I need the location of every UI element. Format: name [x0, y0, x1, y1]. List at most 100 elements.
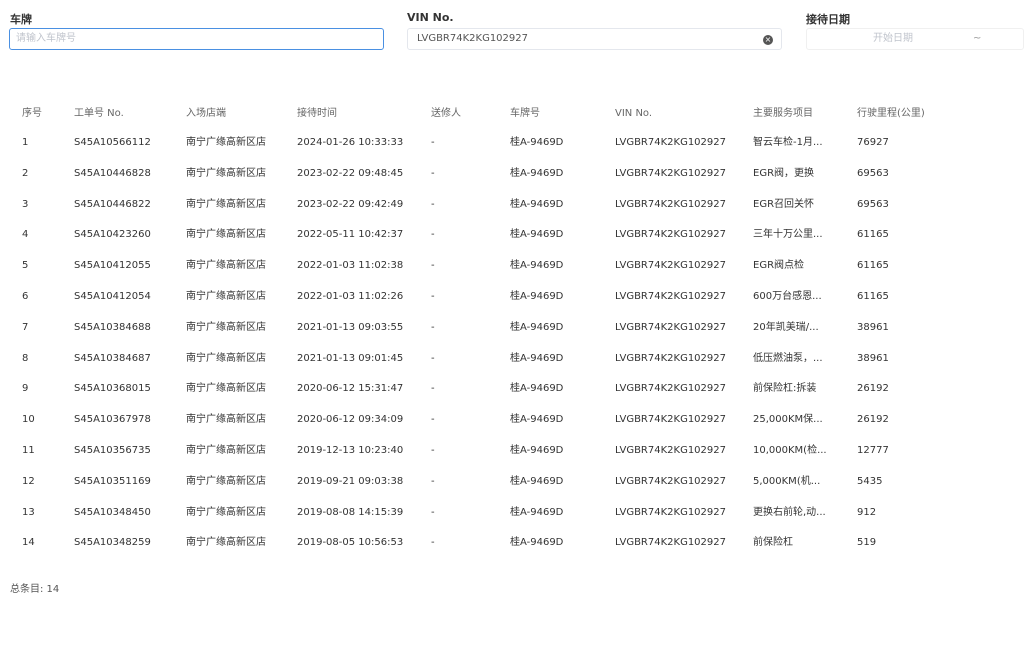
table-row[interactable]: 1 S45A10566112 南宁广缘高新区店 2024-01-26 10:33:33… [0, 128, 1024, 159]
cell-vin: LVGBR74K2KG102927 [615, 444, 726, 456]
header-index: 序号 [22, 108, 42, 119]
cell-order-no: S45A10351169 [74, 475, 151, 487]
cell-sender: - [431, 383, 435, 395]
header-service-items: 主要服务项目 [753, 108, 813, 119]
cell-reception-time: 2019-12-13 10:23:40 [297, 444, 404, 456]
table-row[interactable]: 3 S45A10446822 南宁广缘高新区店 2023-02-22 09:42:49… [0, 190, 1024, 221]
table-row[interactable]: 2 S45A10446828 南宁广缘高新区店 2023-02-22 09:48:45… [0, 159, 1024, 190]
cell-plate: 桂A-9469D [510, 383, 564, 395]
vin-input-value[interactable]: LVGBR74K2KG102927 [417, 33, 528, 44]
table-body: 1 S45A10566112 南宁广缘高新区店 2024-01-26 10:33:33… [0, 128, 1024, 559]
cell-reception-time: 2022-01-03 11:02:38 [297, 260, 404, 272]
cell-vin: LVGBR74K2KG102927 [615, 167, 726, 179]
plate-input-box[interactable] [9, 28, 384, 50]
cell-index: 4 [22, 229, 29, 241]
vin-label: VIN No. [407, 11, 454, 24]
cell-reception-time: 2023-02-22 09:48:45 [297, 167, 404, 179]
cell-store: 南宁广缘高新区店 [186, 414, 266, 426]
cell-reception-time: 2021-01-13 09:01:45 [297, 352, 404, 364]
cell-plate: 桂A-9469D [510, 537, 564, 549]
cell-store: 南宁广缘高新区店 [186, 229, 266, 241]
cell-mileage: 26192 [857, 383, 889, 395]
cell-plate: 桂A-9469D [510, 506, 564, 518]
cell-store: 南宁广缘高新区店 [186, 290, 266, 302]
table-header-row: 序号 工单号 No. 入场店端 接待时间 送修人 车牌号 VIN No. 主要服务项目 行驶里程… [0, 100, 1024, 128]
table-row[interactable]: 9 S45A10368015 南宁广缘高新区店 2020-06-12 15:31:47… [0, 374, 1024, 405]
cell-service-items: EGR阀，更换 [753, 167, 815, 179]
cell-mileage: 76927 [857, 137, 889, 148]
cell-plate: 桂A-9469D [510, 444, 564, 456]
cell-vin: LVGBR74K2KG102927 [615, 537, 726, 549]
cell-reception-time: 2019-09-21 09:03:38 [297, 475, 404, 487]
table-row[interactable]: 13 S45A10348450 南宁广缘高新区店 2019-08-08 14:15:3… [0, 498, 1024, 529]
cell-store: 南宁广缘高新区店 [186, 167, 266, 179]
cell-reception-time: 2024-01-26 10:33:33 [297, 137, 404, 148]
table-row[interactable]: 14 S45A10348259 南宁广缘高新区店 2019-08-05 10:56:5… [0, 528, 1024, 559]
cell-order-no: S45A10384688 [74, 321, 151, 333]
cell-index: 1 [22, 137, 29, 148]
cell-mileage: 912 [857, 506, 877, 518]
table-row[interactable]: 11 S45A10356735 南宁广缘高新区店 2019-12-13 10:23:4… [0, 436, 1024, 467]
cell-plate: 桂A-9469D [510, 290, 564, 302]
cell-index: 6 [22, 290, 29, 302]
cell-mileage: 38961 [857, 352, 889, 364]
cell-service-items: 20年凯美瑞/... [753, 321, 819, 333]
cell-store: 南宁广缘高新区店 [186, 321, 266, 333]
cell-order-no: S45A10384687 [74, 352, 151, 364]
cell-service-items: 前保险杠 [753, 537, 793, 549]
table-row[interactable]: 5 S45A10412055 南宁广缘高新区店 2022-01-03 11:02:38… [0, 251, 1024, 282]
cell-mileage: 61165 [857, 229, 889, 241]
cell-sender: - [431, 352, 435, 364]
plate-label: 车牌 [10, 13, 32, 26]
cell-order-no: S45A10412054 [74, 290, 151, 302]
cell-order-no: S45A10446828 [74, 167, 151, 179]
service-records-table: 序号 工单号 No. 入场店端 接待时间 送修人 车牌号 VIN No. 主要服务项目 行驶里程… [0, 100, 1024, 559]
cell-sender: - [431, 444, 435, 456]
cell-service-items: EGR阀点检 [753, 260, 805, 272]
table-row[interactable]: 12 S45A10351169 南宁广缘高新区店 2019-09-21 09:03:3… [0, 467, 1024, 498]
vin-input-box[interactable]: LVGBR74K2KG102927 × [407, 28, 782, 50]
cell-reception-time: 2019-08-05 10:56:53 [297, 537, 404, 549]
cell-sender: - [431, 167, 435, 179]
cell-sender: - [431, 198, 435, 210]
cell-vin: LVGBR74K2KG102927 [615, 260, 726, 272]
cell-vin: LVGBR74K2KG102927 [615, 198, 726, 210]
cell-mileage: 519 [857, 537, 877, 549]
cell-service-items: 更换右前轮,动... [753, 506, 826, 518]
cell-order-no: S45A10566112 [74, 137, 151, 148]
cell-service-items: 三年十万公里... [753, 229, 823, 241]
date-start-placeholder[interactable]: 开始日期 [873, 29, 913, 49]
cell-service-items: 5,000KM(机... [753, 475, 821, 487]
header-sender: 送修人 [431, 108, 461, 119]
table-row[interactable]: 8 S45A10384687 南宁广缘高新区店 2021-01-13 09:01:45… [0, 344, 1024, 375]
cell-plate: 桂A-9469D [510, 229, 564, 241]
cell-reception-time: 2020-06-12 09:34:09 [297, 414, 404, 426]
cell-mileage: 69563 [857, 198, 889, 210]
cell-reception-time: 2020-06-12 15:31:47 [297, 383, 404, 395]
clear-icon[interactable]: × [763, 35, 773, 45]
cell-store: 南宁广缘高新区店 [186, 352, 266, 364]
cell-order-no: S45A10423260 [74, 229, 151, 241]
cell-plate: 桂A-9469D [510, 352, 564, 364]
table-row[interactable]: 7 S45A10384688 南宁广缘高新区店 2021-01-13 09:03:55… [0, 313, 1024, 344]
cell-vin: LVGBR74K2KG102927 [615, 383, 726, 395]
cell-index: 9 [22, 383, 29, 395]
header-plate: 车牌号 [510, 108, 540, 119]
cell-plate: 桂A-9469D [510, 167, 564, 179]
cell-order-no: S45A10348450 [74, 506, 151, 518]
table-row[interactable]: 4 S45A10423260 南宁广缘高新区店 2022-05-11 10:42:37… [0, 220, 1024, 251]
cell-order-no: S45A10356735 [74, 444, 151, 456]
table-row[interactable]: 10 S45A10367978 南宁广缘高新区店 2020-06-12 09:34:0… [0, 405, 1024, 436]
plate-input[interactable] [16, 29, 365, 48]
cell-mileage: 61165 [857, 290, 889, 302]
cell-plate: 桂A-9469D [510, 475, 564, 487]
date-range-picker[interactable]: 开始日期 ~ [806, 28, 1024, 50]
cell-mileage: 5435 [857, 475, 883, 487]
cell-order-no: S45A10412055 [74, 260, 151, 272]
cell-plate: 桂A-9469D [510, 321, 564, 333]
table-row[interactable]: 6 S45A10412054 南宁广缘高新区店 2022-01-03 11:02:26… [0, 282, 1024, 313]
cell-sender: - [431, 229, 435, 241]
cell-index: 7 [22, 321, 29, 333]
cell-reception-time: 2023-02-22 09:42:49 [297, 198, 404, 210]
cell-mileage: 61165 [857, 260, 889, 272]
